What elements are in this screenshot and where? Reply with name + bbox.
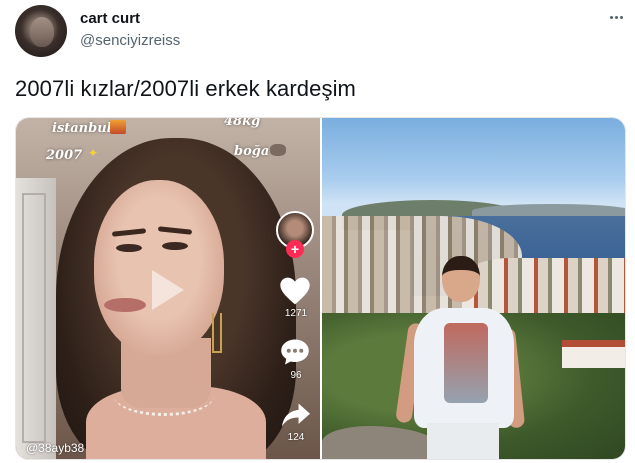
background-door-frame xyxy=(22,193,46,443)
sparkle-icon: ✦ xyxy=(88,146,99,160)
girl-eye xyxy=(116,244,142,252)
girl-eye xyxy=(162,242,188,250)
heart-icon[interactable] xyxy=(279,276,311,306)
overlay-year: 2007 xyxy=(46,148,83,163)
city-sticker-icon xyxy=(110,120,126,134)
comment-icon[interactable] xyxy=(280,338,310,366)
plus-icon[interactable]: + xyxy=(286,240,304,258)
overlay-weight: 48kg xyxy=(224,118,261,129)
boy-shorts xyxy=(427,423,499,459)
comment-count: 96 xyxy=(290,370,302,381)
author-handle[interactable]: @senciyizreiss xyxy=(80,32,180,49)
like-count: 1271 xyxy=(284,308,308,319)
play-icon[interactable] xyxy=(152,270,184,310)
girl-face xyxy=(94,180,224,355)
pearl-necklace xyxy=(114,376,214,416)
girl-lips xyxy=(104,298,146,312)
overlay-city: istanbul xyxy=(52,121,112,136)
share-arrow-icon[interactable] xyxy=(280,401,312,429)
gold-earring xyxy=(212,313,222,353)
shirt-print xyxy=(444,323,488,403)
tweet-media[interactable]: istanbul 2007 ✦ 48kg boğa + 1271 96 124 … xyxy=(15,117,626,460)
avatar-face xyxy=(30,17,54,47)
tweet-text: 2007li kızlar/2007li erkek kardeşim xyxy=(15,76,356,101)
red-roof-house xyxy=(562,340,625,368)
tiktok-username[interactable]: @38ayb38 xyxy=(26,441,84,455)
share-count: 124 xyxy=(287,432,305,443)
boy-head xyxy=(442,256,480,302)
landscape-photo[interactable] xyxy=(322,118,625,459)
author-display-name[interactable]: cart curt xyxy=(80,10,140,27)
author-avatar[interactable] xyxy=(15,5,67,57)
overlay-sign: boğa xyxy=(234,144,270,159)
bull-icon xyxy=(270,144,286,156)
more-dots-icon[interactable] xyxy=(605,8,627,26)
tiktok-photo[interactable]: istanbul 2007 ✦ 48kg boğa + 1271 96 124 … xyxy=(16,118,320,459)
